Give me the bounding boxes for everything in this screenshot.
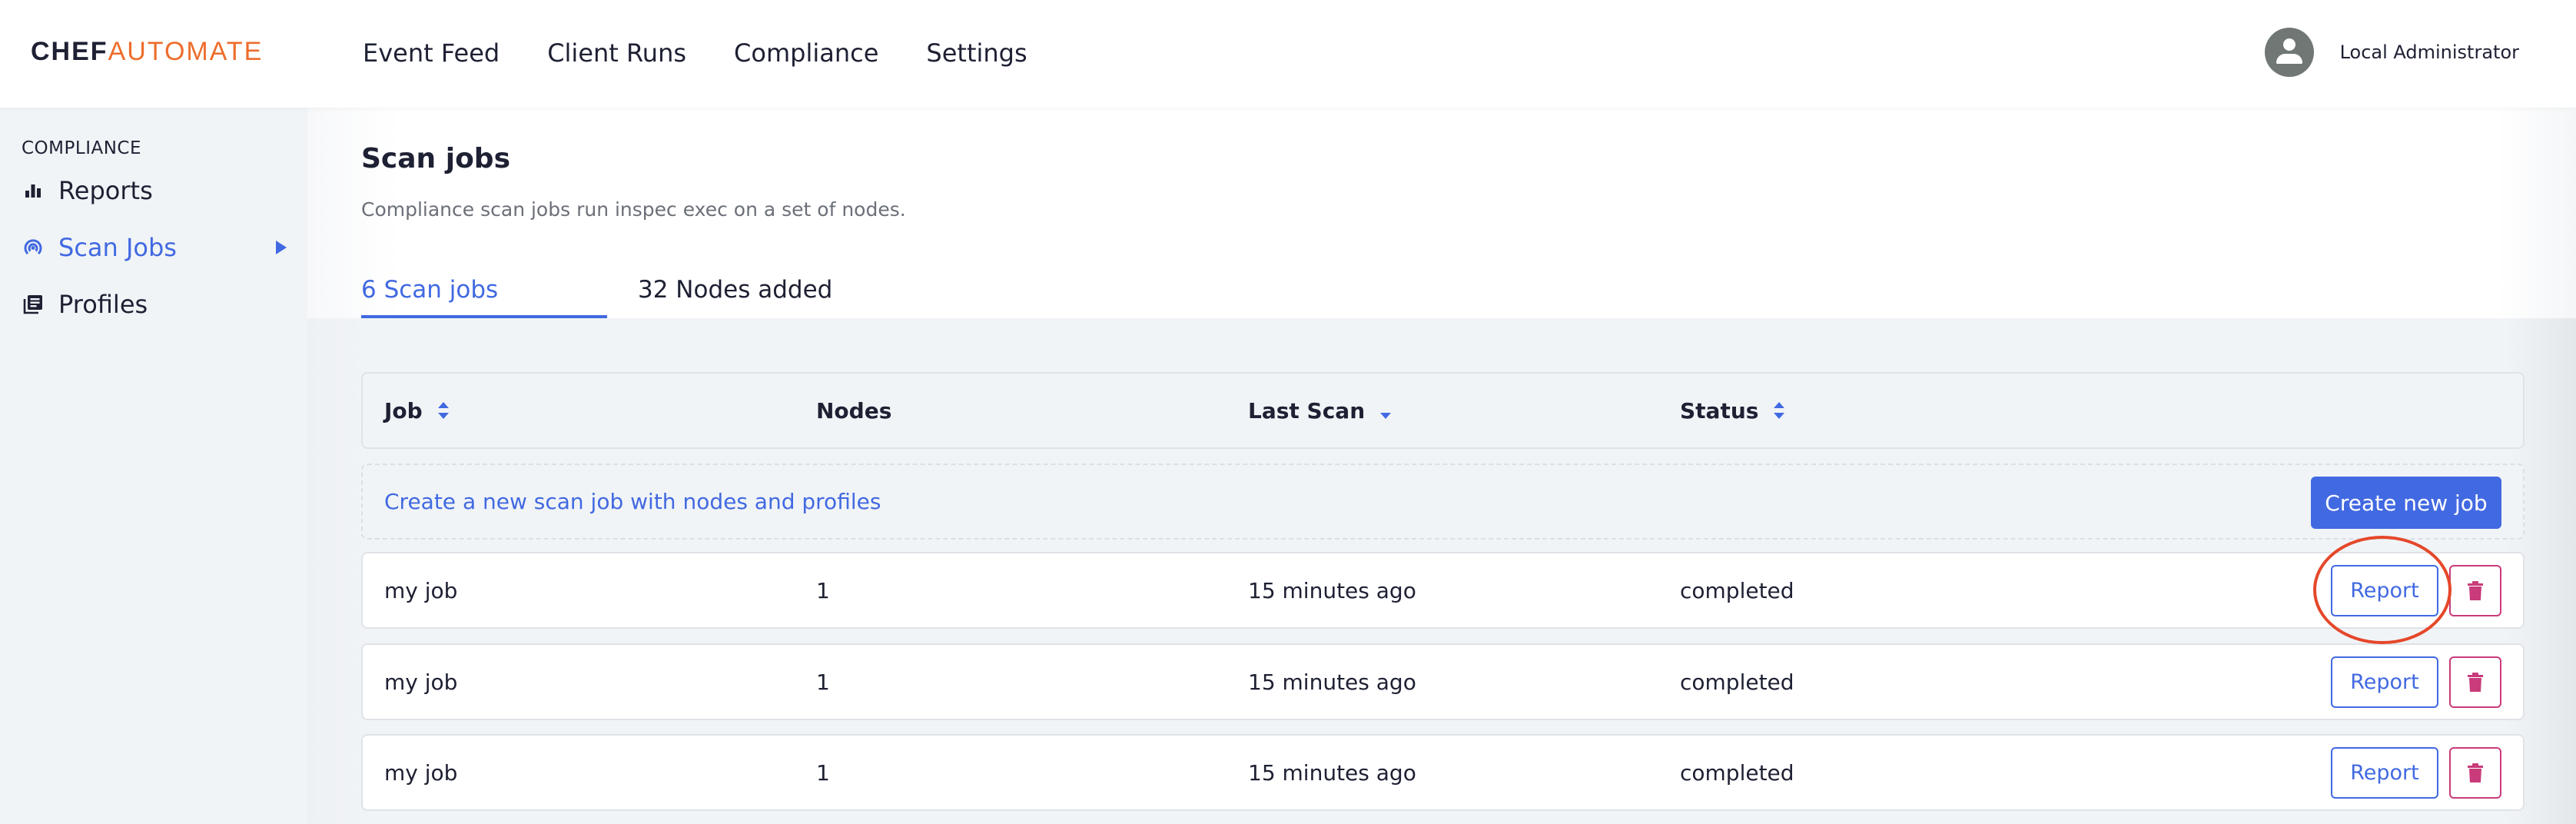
column-header-job[interactable]: Job xyxy=(384,398,449,424)
user-name[interactable]: Local Administrator xyxy=(2340,42,2519,63)
job-name: my job xyxy=(384,669,458,695)
table-header-row: Job Nodes Last Scan Status xyxy=(361,372,2525,449)
job-name: my job xyxy=(384,577,458,603)
sidebar-item-label: Reports xyxy=(58,176,153,205)
column-label: Job xyxy=(384,397,423,424)
sidebar-item-label: Profiles xyxy=(58,290,148,319)
job-name: my job xyxy=(384,759,458,786)
sort-icon[interactable] xyxy=(437,402,449,419)
nav-client-runs[interactable]: Client Runs xyxy=(547,34,686,72)
nav-compliance[interactable]: Compliance xyxy=(734,34,878,72)
table-row[interactable]: my job 1 15 minutes ago completed Report xyxy=(361,734,2525,811)
sidebar: COMPLIANCE Reports Scan Jobs Profiles xyxy=(0,108,307,824)
node-count: 1 xyxy=(816,669,830,695)
trash-icon xyxy=(2468,672,2483,692)
table-row[interactable]: my job 1 15 minutes ago completed Report xyxy=(361,552,2525,629)
job-status: completed xyxy=(1680,669,1794,695)
library-books-icon xyxy=(22,293,45,316)
job-status: completed xyxy=(1680,759,1794,786)
column-header-status[interactable]: Status xyxy=(1680,397,1785,424)
nav-settings[interactable]: Settings xyxy=(926,34,1027,72)
report-button[interactable]: Report xyxy=(2331,565,2438,616)
page-header: Scan jobs Compliance scan jobs run inspe… xyxy=(307,108,2576,318)
chef-automate-logo[interactable]: CHEFAUTOMATE xyxy=(31,37,263,67)
caret-right-icon xyxy=(276,241,287,254)
logo-automate-text: AUTOMATE xyxy=(108,37,264,66)
nav-event-feed[interactable]: Event Feed xyxy=(363,34,500,72)
last-scan: 15 minutes ago xyxy=(1248,669,1416,695)
sort-icon[interactable] xyxy=(1774,402,1785,419)
sidebar-item-scan-jobs[interactable]: Scan Jobs xyxy=(22,228,287,267)
logo-chef-text: CHEF xyxy=(31,37,108,66)
sidebar-item-reports[interactable]: Reports xyxy=(22,171,287,210)
tabs: 6 Scan jobs 32 Nodes added xyxy=(361,271,832,318)
delete-button[interactable] xyxy=(2449,565,2501,616)
user-menu[interactable]: Local Administrator xyxy=(2264,28,2519,77)
page-description: Compliance scan jobs run inspec exec on … xyxy=(361,198,906,221)
page-title: Scan jobs xyxy=(361,143,510,174)
last-scan: 15 minutes ago xyxy=(1248,759,1416,786)
sidebar-item-profiles[interactable]: Profiles xyxy=(22,285,287,324)
create-job-row: Create a new scan job with nodes and pro… xyxy=(361,464,2525,540)
sidebar-heading: COMPLIANCE xyxy=(22,138,142,158)
sidebar-item-label: Scan Jobs xyxy=(58,233,177,262)
table-row[interactable]: my job 1 15 minutes ago completed Report xyxy=(361,643,2525,720)
create-scan-job-link[interactable]: Create a new scan job with nodes and pro… xyxy=(384,489,881,514)
tab-nodes-added[interactable]: 32 Nodes added xyxy=(638,271,832,318)
sort-desc-icon[interactable] xyxy=(1380,402,1392,419)
column-header-nodes: Nodes xyxy=(816,398,891,424)
trash-icon xyxy=(2468,763,2483,782)
user-avatar-icon[interactable] xyxy=(2264,28,2314,77)
top-navigation-bar: CHEFAUTOMATE Event Feed Client Runs Comp… xyxy=(0,0,2576,108)
column-label: Last Scan xyxy=(1248,397,1366,424)
column-label: Status xyxy=(1680,397,1759,424)
delete-button[interactable] xyxy=(2449,747,2501,799)
trash-icon xyxy=(2468,580,2483,600)
report-button[interactable]: Report xyxy=(2331,656,2438,708)
create-new-job-button[interactable]: Create new job xyxy=(2311,477,2501,529)
node-count: 1 xyxy=(816,577,830,603)
main-nav: Event Feed Client Runs Compliance Settin… xyxy=(363,34,1075,72)
bar-chart-icon xyxy=(22,179,45,202)
column-header-last-scan[interactable]: Last Scan xyxy=(1248,397,1392,424)
node-count: 1 xyxy=(816,759,830,786)
last-scan: 15 minutes ago xyxy=(1248,577,1416,603)
tab-scan-jobs[interactable]: 6 Scan jobs xyxy=(361,271,607,318)
report-button[interactable]: Report xyxy=(2331,747,2438,799)
radar-icon xyxy=(22,236,45,259)
job-status: completed xyxy=(1680,577,1794,603)
column-label: Nodes xyxy=(816,397,892,424)
scan-jobs-content: Job Nodes Last Scan Status Create a new … xyxy=(307,318,2576,824)
delete-button[interactable] xyxy=(2449,656,2501,708)
